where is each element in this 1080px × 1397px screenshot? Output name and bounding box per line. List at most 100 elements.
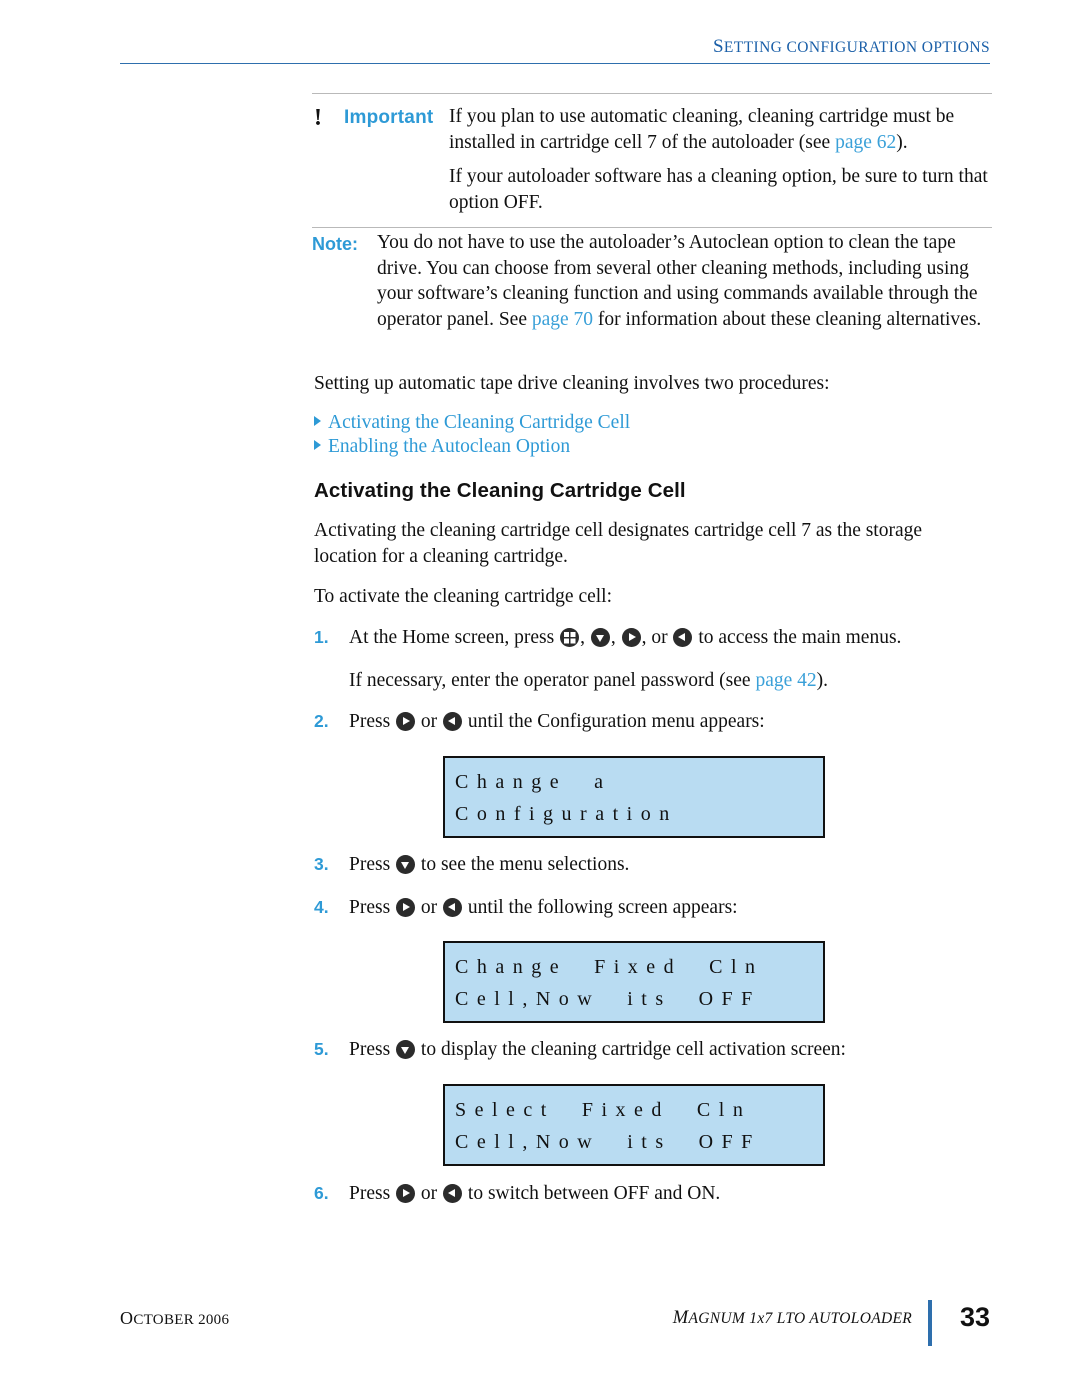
down-key-icon[interactable]: [396, 1040, 416, 1059]
lcd-3-line-1: Select Fixed Cln: [455, 1099, 752, 1121]
note-text-b: for information about these cleaning alt…: [593, 308, 982, 330]
step-3-number: 3.: [314, 854, 329, 874]
step-4-body: Press or until the following screen appe…: [349, 895, 994, 921]
important-p1-b: ).: [896, 131, 908, 153]
note-text: You do not have to use the autoloader’s …: [377, 230, 1002, 332]
step-1-body: At the Home screen, press , , , or to ac…: [349, 625, 994, 651]
password-note-text-b: ).: [816, 670, 828, 691]
step-3-body: Press to see the menu selections.: [349, 852, 994, 878]
step-3-text-a: Press: [349, 854, 396, 875]
lcd-screen-change-configuration: Change a Configuration: [443, 756, 825, 838]
footer-product-rest: AGNUM 1x7 LTO AUTOLOADER: [688, 1310, 912, 1327]
important-paragraph-1: If you plan to use automatic cleaning, c…: [449, 104, 992, 155]
step-4-number: 4.: [314, 897, 329, 917]
footer-accent-bar: [928, 1300, 932, 1346]
step-4-text-c: until the following screen appears:: [463, 897, 738, 918]
step-3-text-b: to see the menu selections.: [416, 854, 630, 875]
grid-key-icon[interactable]: [560, 628, 580, 647]
page-70-link[interactable]: page 70: [532, 309, 593, 330]
important-label: Important: [344, 107, 434, 128]
lcd-2-line-1: Change Fixed Cln: [455, 956, 764, 978]
running-head-initial: S: [712, 36, 724, 57]
password-note: If necessary, enter the operator panel p…: [314, 668, 994, 694]
step-6: 6. Press or to switch between OFF and ON…: [314, 1181, 994, 1207]
left-key-icon[interactable]: [443, 898, 463, 917]
footer-product-initial: M: [672, 1308, 689, 1328]
footer-product: MAGNUM 1x7 LTO AUTOLOADER: [673, 1308, 912, 1329]
step-5-body: Press to display the cleaning cartridge …: [349, 1037, 994, 1063]
page-number: 33: [959, 1302, 990, 1332]
lcd-3-line-2: Cell,Now its OFF: [455, 1131, 761, 1153]
section-paragraph: Activating the cleaning cartridge cell d…: [314, 520, 923, 567]
important-text: If you plan to use automatic cleaning, c…: [449, 104, 992, 215]
step-3: 3. Press to see the menu selections.: [314, 852, 994, 878]
step-2-text-b: or: [416, 711, 443, 732]
step-2: 2. Press or until the Configuration menu…: [314, 709, 994, 735]
list-item[interactable]: Activating the Cleaning Cartridge Cell: [314, 411, 914, 434]
down-key-icon[interactable]: [396, 855, 416, 874]
page-62-link[interactable]: page 62: [835, 132, 896, 153]
exclamation-icon: !: [314, 105, 322, 131]
lcd-2-line-2: Cell,Now its OFF: [455, 988, 761, 1010]
important-bottom-rule: [312, 227, 992, 228]
step-5-number: 5.: [314, 1039, 329, 1059]
left-key-icon[interactable]: [443, 712, 463, 731]
procedure-link-list: Activating the Cleaning Cartridge Cell E…: [314, 411, 914, 459]
note-label: Note:: [312, 234, 358, 254]
section-lead-in: To activate the cleaning cartridge cell:: [314, 586, 613, 607]
page-footer: OCTOBER 2006 MAGNUM 1x7 LTO AUTOLOADER 3…: [120, 1300, 990, 1350]
step-2-body: Press or until the Configuration menu ap…: [349, 709, 994, 735]
triangle-bullet-icon: [314, 440, 321, 450]
running-head: SETTING CONFIGURATION OPTIONS: [713, 36, 990, 58]
lcd-1-line-1: Change a: [455, 771, 612, 793]
step-4-text-a: Press: [349, 897, 396, 918]
important-callout: ! Important If you plan to use automatic…: [312, 93, 992, 228]
page-header: SETTING CONFIGURATION OPTIONS: [120, 36, 990, 68]
left-key-icon[interactable]: [673, 628, 693, 647]
step-6-text-b: or: [416, 1183, 443, 1204]
step-4-text-b: or: [416, 897, 443, 918]
step-2-number: 2.: [314, 711, 329, 731]
note-callout: Note: You do not have to use the autoloa…: [312, 230, 1002, 332]
bullet-label-1: Activating the Cleaning Cartridge Cell: [328, 412, 631, 433]
step-6-text-c: to switch between OFF and ON.: [463, 1183, 721, 1204]
step-5-text-b: to display the cleaning cartridge cell a…: [416, 1039, 846, 1060]
list-item[interactable]: Enabling the Autoclean Option: [314, 435, 914, 458]
page-title: Activating the Cleaning Cartridge Cell: [314, 479, 686, 502]
footer-date-rest: CTOBER 2006: [133, 1312, 230, 1328]
step-1-text-d: , or: [641, 627, 673, 648]
step-6-text-a: Press: [349, 1183, 396, 1204]
step-5: 5. Press to display the cleaning cartrid…: [314, 1037, 994, 1063]
right-key-icon[interactable]: [621, 628, 641, 647]
step-2-text-c: until the Configuration menu appears:: [463, 711, 765, 732]
step-1-text-b: ,: [580, 627, 590, 648]
right-key-icon[interactable]: [396, 712, 416, 731]
step-1: 1. At the Home screen, press , , , or to…: [314, 625, 994, 651]
lcd-screen-change-fixed-cln-cell: Change Fixed Cln Cell,Now its OFF: [443, 941, 825, 1023]
lcd-screen-select-fixed-cln-cell: Select Fixed Cln Cell,Now its OFF: [443, 1084, 825, 1166]
right-key-icon[interactable]: [396, 898, 416, 917]
password-note-body: If necessary, enter the operator panel p…: [349, 668, 994, 694]
step-1-text-e: to access the main menus.: [693, 627, 902, 648]
important-paragraph-2: If your autoloader software has a cleani…: [449, 166, 988, 213]
footer-date: OCTOBER 2006: [120, 1308, 229, 1329]
down-key-icon[interactable]: [590, 628, 610, 647]
step-1-number: 1.: [314, 627, 329, 647]
header-divider: [120, 63, 990, 64]
running-head-rest: ETTING CONFIGURATION OPTIONS: [723, 39, 990, 56]
step-1-text-c: ,: [610, 627, 621, 648]
page-42-link[interactable]: page 42: [755, 670, 816, 691]
password-note-text-a: If necessary, enter the operator panel p…: [349, 670, 756, 691]
step-1-text-a: At the Home screen, press: [349, 627, 560, 648]
bullet-label-2: Enabling the Autoclean Option: [328, 436, 571, 457]
right-key-icon[interactable]: [396, 1184, 416, 1203]
lcd-1-line-2: Configuration: [455, 803, 678, 825]
step-6-number: 6.: [314, 1183, 329, 1203]
important-body: ! Important If you plan to use automatic…: [312, 94, 992, 227]
step-5-text-a: Press: [349, 1039, 396, 1060]
footer-date-initial: O: [120, 1308, 134, 1328]
step-2-text-a: Press: [349, 711, 396, 732]
intro-paragraph: Setting up automatic tape drive cleaning…: [314, 373, 830, 394]
left-key-icon[interactable]: [443, 1184, 463, 1203]
step-4: 4. Press or until the following screen a…: [314, 895, 994, 921]
